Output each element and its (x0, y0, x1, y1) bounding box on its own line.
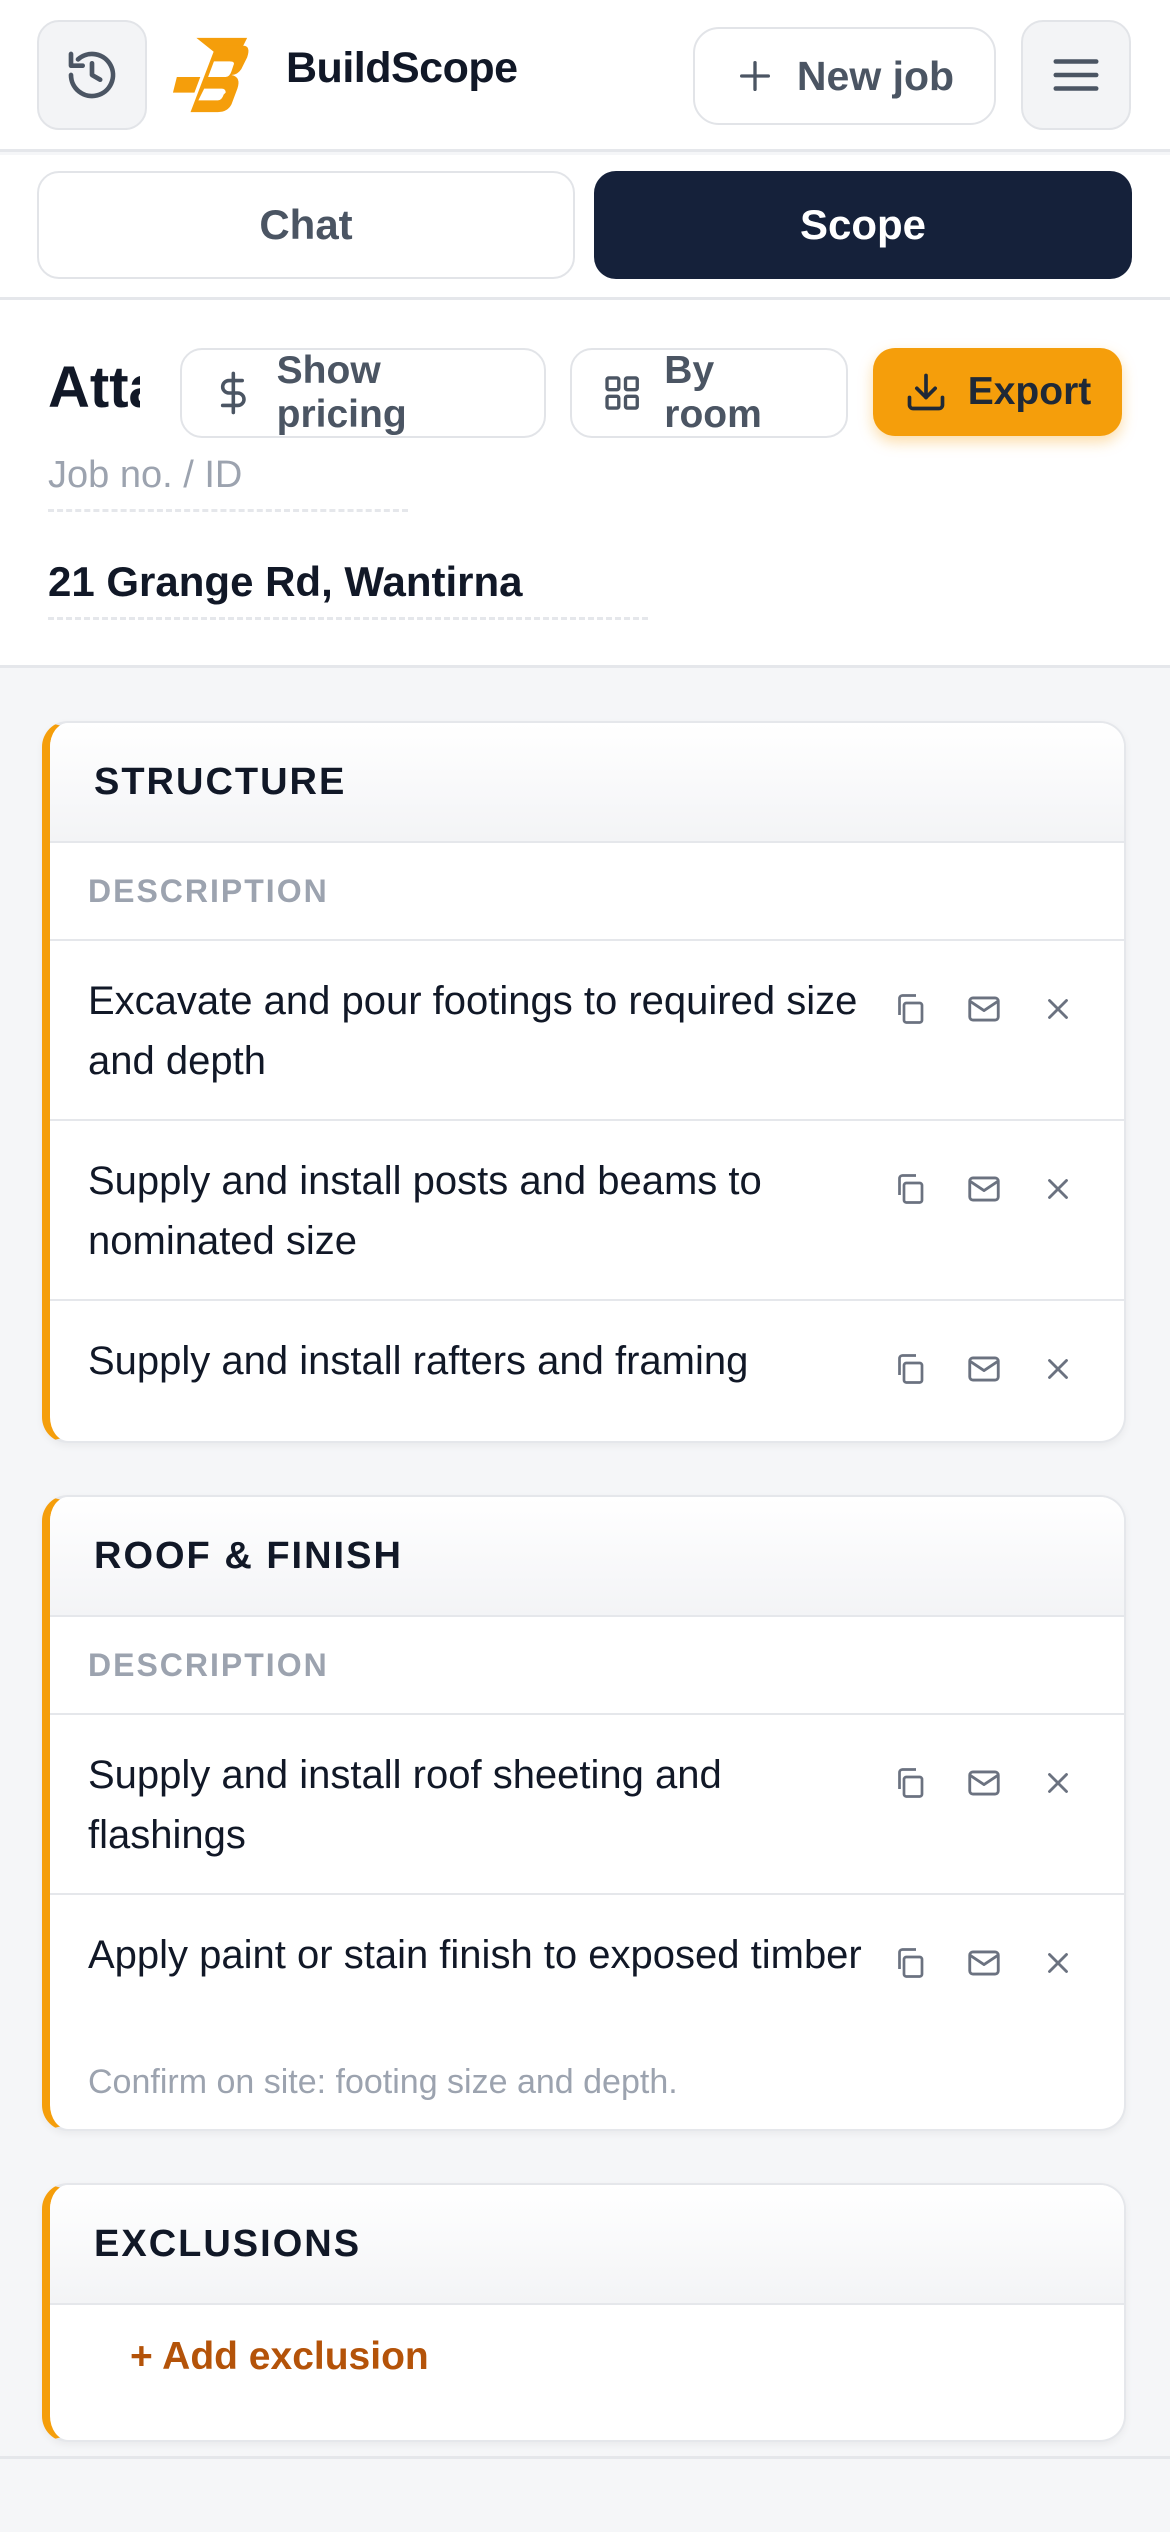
close-icon (1048, 1773, 1068, 1793)
section-title: EXCLUSIONS (50, 2185, 1124, 2305)
copy-icon (898, 994, 924, 1024)
export-label: Export (967, 370, 1092, 413)
copy-icon (898, 1354, 924, 1384)
brand-name: BuildScope (286, 44, 518, 92)
delete-button[interactable] (1036, 1941, 1080, 1985)
email-button[interactable] (962, 1167, 1006, 1211)
delete-button[interactable] (1036, 1761, 1080, 1805)
email-button[interactable] (962, 1941, 1006, 1985)
history-icon (68, 51, 116, 99)
item-actions (888, 1167, 1080, 1211)
delete-button[interactable] (1036, 1347, 1080, 1391)
top-bar: BuildScope New job (0, 0, 1170, 152)
close-icon (1048, 999, 1068, 1019)
item-actions (888, 1347, 1080, 1391)
section-roof-finish: ROOF & FINISH DESCRIPTION Supply and ins… (42, 1495, 1126, 2131)
item-description[interactable]: Excavate and pour footings to required s… (88, 971, 868, 1091)
scope-item: Apply paint or stain finish to exposed t… (50, 1895, 1124, 2129)
item-description[interactable]: Supply and install rafters and framing (88, 1331, 868, 1391)
by-room-label: By room (664, 349, 762, 436)
copy-button[interactable] (888, 987, 932, 1031)
menu-icon (1053, 59, 1099, 91)
copy-icon (898, 1768, 924, 1798)
delete-button[interactable] (1036, 1167, 1080, 1211)
mail-icon (968, 1950, 1000, 1976)
mail-icon (968, 996, 1000, 1022)
plus-icon (739, 61, 770, 92)
scope-item: Supply and install rafters and framing (50, 1301, 1124, 1441)
copy-icon (898, 1948, 924, 1978)
tab-chat[interactable]: Chat (37, 171, 575, 279)
section-title: STRUCTURE (50, 723, 1124, 843)
export-button[interactable]: Export (873, 348, 1122, 436)
copy-icon (898, 1174, 924, 1204)
item-description[interactable]: Apply paint or stain finish to exposed t… (88, 1925, 868, 1985)
show-pricing-button[interactable]: Show pricing (180, 348, 546, 438)
tab-scope[interactable]: Scope (594, 171, 1132, 279)
grid-icon (605, 376, 639, 410)
item-actions (888, 1761, 1080, 1805)
copy-button[interactable] (888, 1167, 932, 1211)
section-exclusions: EXCLUSIONS + Add exclusion (42, 2183, 1126, 2442)
close-icon (1048, 1953, 1068, 1973)
item-note: Confirm on site: footing size and depth. (88, 2063, 678, 2101)
scope-item: Supply and install roof sheeting and fla… (50, 1715, 1124, 1895)
job-id-field[interactable]: Job no. / ID (48, 454, 408, 512)
show-pricing-label: Show pricing (276, 349, 407, 436)
item-actions (888, 987, 1080, 1031)
bottom-divider (0, 2456, 1170, 2459)
scope-item: Excavate and pour footings to required s… (50, 941, 1124, 1121)
close-icon (1048, 1179, 1068, 1199)
view-tabs: Chat Scope (0, 155, 1170, 300)
mail-icon (968, 1176, 1000, 1202)
item-actions (888, 1941, 1080, 1985)
column-header: DESCRIPTION (50, 843, 1124, 941)
delete-button[interactable] (1036, 987, 1080, 1031)
email-button[interactable] (962, 987, 1006, 1031)
address-field[interactable]: 21 Grange Rd, Wantirna (48, 558, 648, 620)
mail-icon (968, 1356, 1000, 1382)
close-icon (1048, 1359, 1068, 1379)
section-title: ROOF & FINISH (50, 1497, 1124, 1617)
email-button[interactable] (962, 1761, 1006, 1805)
item-description[interactable]: Supply and install posts and beams to no… (88, 1151, 868, 1271)
column-header: DESCRIPTION (50, 1617, 1124, 1715)
history-button[interactable] (37, 20, 147, 130)
item-description[interactable]: Supply and install roof sheeting and fla… (88, 1745, 868, 1865)
new-job-button[interactable]: New job (693, 27, 996, 125)
email-button[interactable] (962, 1347, 1006, 1391)
job-header: Atta Show pricing By room Export Job no.… (0, 300, 1170, 668)
dollar-icon (220, 371, 246, 415)
scope-item: Supply and install posts and beams to no… (50, 1121, 1124, 1301)
menu-button[interactable] (1021, 20, 1131, 130)
copy-button[interactable] (888, 1347, 932, 1391)
section-structure: STRUCTURE DESCRIPTION Excavate and pour … (42, 721, 1126, 1443)
mail-icon (968, 1770, 1000, 1796)
copy-button[interactable] (888, 1941, 932, 1985)
copy-button[interactable] (888, 1761, 932, 1805)
buildscope-logo (172, 37, 249, 113)
add-exclusion-button[interactable]: + Add exclusion (130, 2335, 429, 2379)
job-title[interactable]: Atta (48, 354, 140, 421)
new-job-label: New job (796, 52, 955, 99)
download-icon (907, 373, 945, 411)
by-room-button[interactable]: By room (570, 348, 848, 438)
